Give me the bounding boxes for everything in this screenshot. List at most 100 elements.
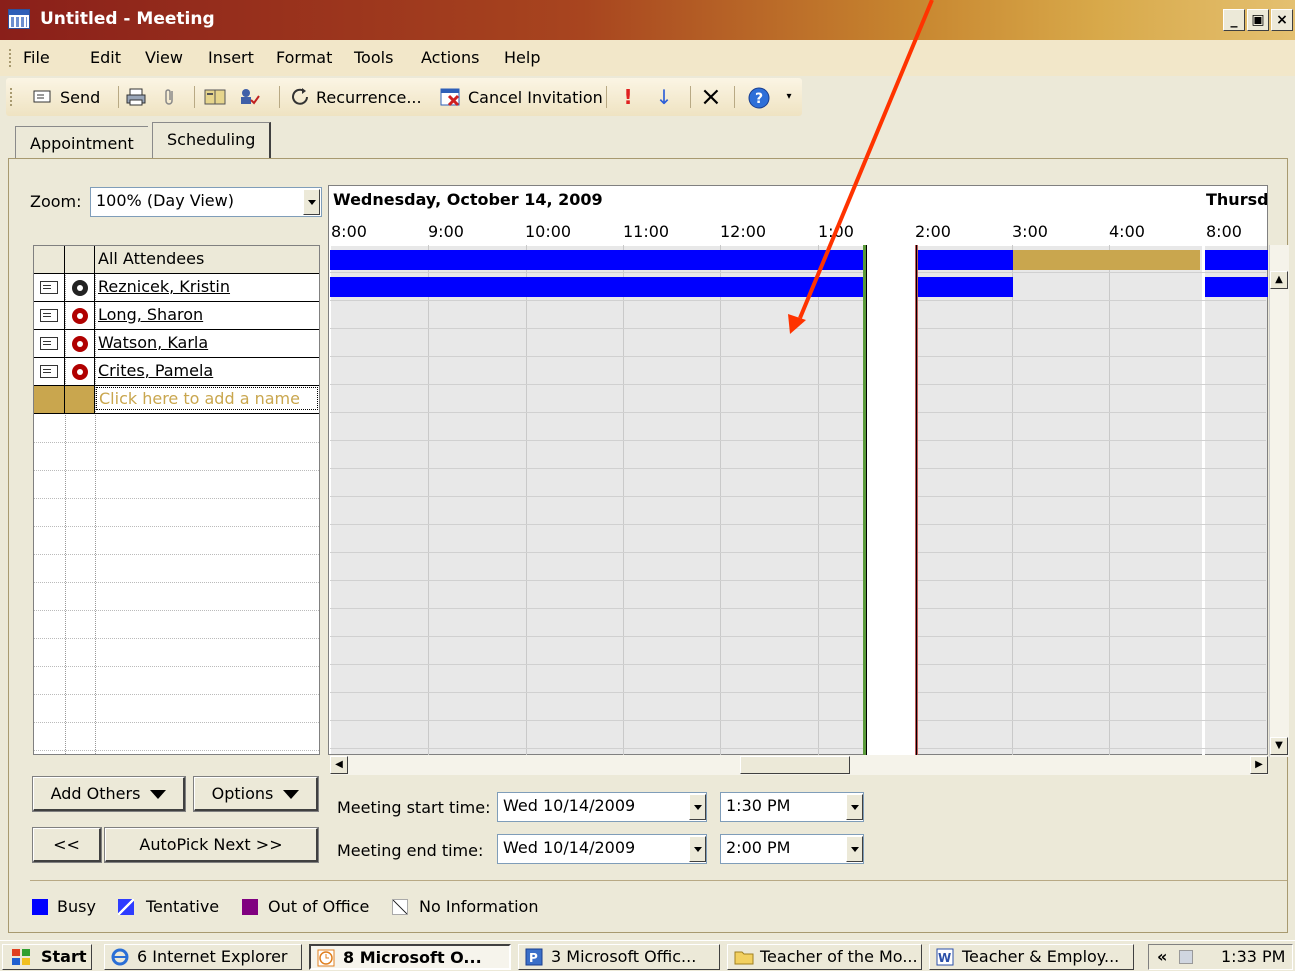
scroll-left-button[interactable]: ◀: [330, 756, 348, 774]
add-row-cell: [65, 386, 95, 413]
menu-bar: File Edit View Insert Format Tools Actio…: [0, 40, 1295, 76]
menu-tools[interactable]: Tools: [354, 48, 393, 67]
check-names-icon[interactable]: [238, 87, 260, 107]
organizer-icon[interactable]: [72, 280, 88, 296]
tab-appointment[interactable]: Appointment: [15, 126, 148, 160]
menu-file[interactable]: File: [23, 48, 50, 67]
envelope-icon[interactable]: [40, 337, 58, 350]
taskbar-item-folder[interactable]: Teacher of the Mo...: [727, 944, 922, 970]
schedule-next-date: Thursd: [1206, 190, 1268, 209]
menu-help[interactable]: Help: [504, 48, 540, 67]
add-attendee-row[interactable]: Click here to add a name: [34, 386, 319, 414]
row-line: [330, 552, 1266, 553]
options-button[interactable]: Options: [193, 776, 319, 812]
hour-label: 8:00: [1206, 222, 1242, 241]
tray-network-icon[interactable]: [1179, 950, 1193, 964]
help-icon[interactable]: ?: [748, 87, 770, 109]
vertical-scrollbar[interactable]: ▲ ▼: [1269, 245, 1289, 757]
autopick-next-button[interactable]: AutoPick Next >>: [104, 827, 319, 863]
end-time-dropdown-icon[interactable]: [846, 836, 863, 862]
free-busy-grid[interactable]: Wednesday, October 14, 2009 Thursd 8:00 …: [328, 185, 1268, 755]
attendee-status-cell: [65, 358, 95, 385]
taskbar-item-outlook[interactable]: 8 Microsoft O...: [309, 944, 511, 970]
attendee-row[interactable]: Crites, Pamela: [34, 358, 319, 386]
send-button[interactable]: Send: [60, 88, 100, 107]
print-icon[interactable]: [126, 87, 146, 107]
meeting-end-time[interactable]: 2:00 PM: [720, 834, 864, 864]
menu-actions[interactable]: Actions: [421, 48, 479, 67]
attendee-status-cell: [65, 274, 95, 301]
busy-block-all: [1205, 250, 1268, 270]
schedule-date: Wednesday, October 14, 2009: [333, 190, 603, 209]
attendee-name[interactable]: Reznicek, Kristin: [98, 277, 230, 296]
svg-text:P: P: [529, 951, 538, 965]
schedule-body[interactable]: [331, 246, 1267, 754]
required-attendee-icon[interactable]: [72, 364, 88, 380]
attendee-name[interactable]: Watson, Karla: [98, 333, 208, 352]
end-date-dropdown-icon[interactable]: [689, 836, 706, 862]
required-attendee-icon[interactable]: [72, 336, 88, 352]
menu-edit[interactable]: Edit: [90, 48, 121, 67]
zoom-label: Zoom:: [30, 192, 82, 211]
start-button[interactable]: Start: [2, 944, 92, 970]
envelope-icon[interactable]: [40, 309, 58, 322]
importance-high-icon[interactable]: !: [618, 87, 638, 107]
attendee-row[interactable]: Watson, Karla: [34, 330, 319, 358]
menu-insert[interactable]: Insert: [208, 48, 254, 67]
zoom-dropdown-arrow-icon[interactable]: [303, 189, 320, 215]
tab-scheduling[interactable]: Scheduling: [152, 122, 272, 160]
required-attendee-icon[interactable]: [72, 308, 88, 324]
attendee-name[interactable]: Long, Sharon: [98, 305, 203, 324]
start-label: Start: [41, 947, 87, 966]
add-attendee-input[interactable]: Click here to add a name: [96, 387, 318, 410]
meeting-start-date[interactable]: Wed 10/14/2009: [497, 792, 707, 822]
address-book-icon[interactable]: [204, 87, 226, 107]
meeting-selection[interactable]: [863, 245, 918, 755]
taskbar-item-internet-explorer[interactable]: 6 Internet Explorer: [104, 944, 302, 970]
maximize-button[interactable]: ▣: [1247, 9, 1269, 31]
horizontal-scrollbar[interactable]: ◀ ▶: [330, 755, 1268, 775]
dropdown-triangle-icon: [150, 789, 167, 799]
hour-line: [428, 245, 429, 755]
grid-line: [34, 554, 319, 555]
legend-tentative: Tentative: [146, 897, 220, 916]
meeting-end-date[interactable]: Wed 10/14/2009: [497, 834, 707, 864]
end-date-value: Wed 10/14/2009: [503, 838, 636, 857]
menu-format[interactable]: Format: [276, 48, 332, 67]
envelope-icon[interactable]: [40, 365, 58, 378]
menu-view[interactable]: View: [145, 48, 183, 67]
close-button[interactable]: ×: [1271, 9, 1293, 31]
tray-chevron-button[interactable]: «: [1157, 945, 1167, 968]
row-line: [330, 412, 1266, 413]
recurrence-button[interactable]: Recurrence...: [316, 88, 422, 107]
autopick-previous-button[interactable]: <<: [32, 827, 102, 863]
minimize-button[interactable]: _: [1223, 9, 1245, 31]
add-others-button[interactable]: Add Others: [32, 776, 186, 812]
busy-swatch-icon: [32, 899, 48, 915]
delete-icon[interactable]: ×: [700, 84, 722, 110]
send-icon[interactable]: [32, 87, 52, 107]
envelope-icon[interactable]: [40, 281, 58, 294]
attendee-row[interactable]: Reznicek, Kristin: [34, 274, 319, 302]
row-line: [330, 580, 1266, 581]
start-time-dropdown-icon[interactable]: [846, 794, 863, 820]
add-others-label: Add Others: [50, 783, 141, 803]
attach-icon[interactable]: [160, 87, 180, 107]
importance-low-icon[interactable]: ↓: [654, 87, 674, 107]
meeting-start-time[interactable]: 1:30 PM: [720, 792, 864, 822]
scroll-right-button[interactable]: ▶: [1250, 756, 1268, 774]
start-date-dropdown-icon[interactable]: [689, 794, 706, 820]
scroll-thumb[interactable]: [740, 756, 850, 774]
toolbar-options-icon[interactable]: ▾: [782, 87, 796, 107]
taskbar-item-word[interactable]: W Teacher & Employ...: [929, 944, 1134, 970]
zoom-select[interactable]: 100% (Day View): [90, 187, 322, 217]
task-label: 3 Microsoft Offic...: [551, 947, 697, 966]
recurrence-icon[interactable]: [290, 87, 310, 107]
cancel-invitation-button[interactable]: Cancel Invitation: [468, 88, 603, 107]
scroll-down-button[interactable]: ▼: [1270, 737, 1288, 755]
attendee-name[interactable]: Crites, Pamela: [98, 361, 213, 380]
taskbar-item-microsoft-office[interactable]: P 3 Microsoft Offic...: [518, 944, 720, 970]
attendee-row[interactable]: Long, Sharon: [34, 302, 319, 330]
scroll-up-button[interactable]: ▲: [1270, 271, 1288, 289]
cancel-invitation-icon[interactable]: [440, 87, 460, 107]
